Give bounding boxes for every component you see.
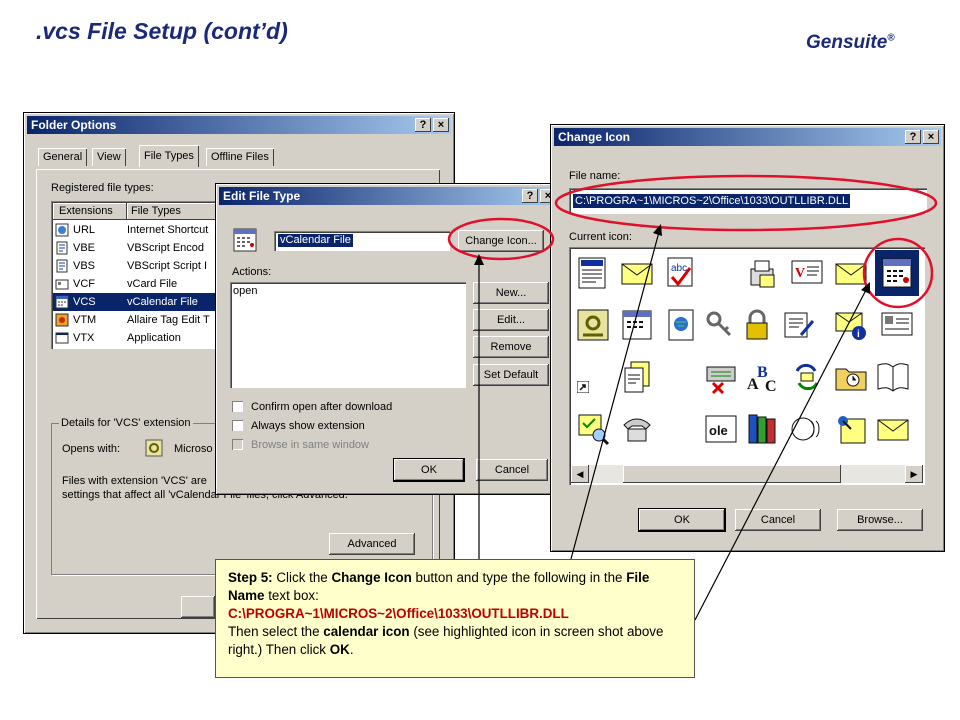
callout-bold-1: Change Icon [331, 570, 412, 585]
pointer-line-file-name [570, 231, 660, 560]
callout-text-6: . [349, 642, 354, 657]
callout-bold-3: calendar icon [323, 624, 410, 639]
callout-path: C:\PROGRA~1\MICROS~2\Office\1033\OUTLLIB… [228, 606, 569, 621]
highlight-ellipse-file-name [554, 174, 938, 232]
callout-text-2: button and type the following in the [411, 570, 627, 585]
instruction-callout: Step 5: Click the Change Icon button and… [215, 559, 695, 678]
callout-bold-4: OK [329, 642, 350, 657]
pointer-line-calendar [694, 289, 867, 621]
highlight-ellipse-change-icon [447, 217, 555, 261]
highlight-circle-calendar-icon [862, 237, 934, 309]
callout-text-3: text box: [264, 588, 319, 603]
callout-step: Step 5: [228, 570, 273, 585]
callout-text-1: Click the [272, 570, 332, 585]
callout-text-4: Then select the [228, 624, 324, 639]
